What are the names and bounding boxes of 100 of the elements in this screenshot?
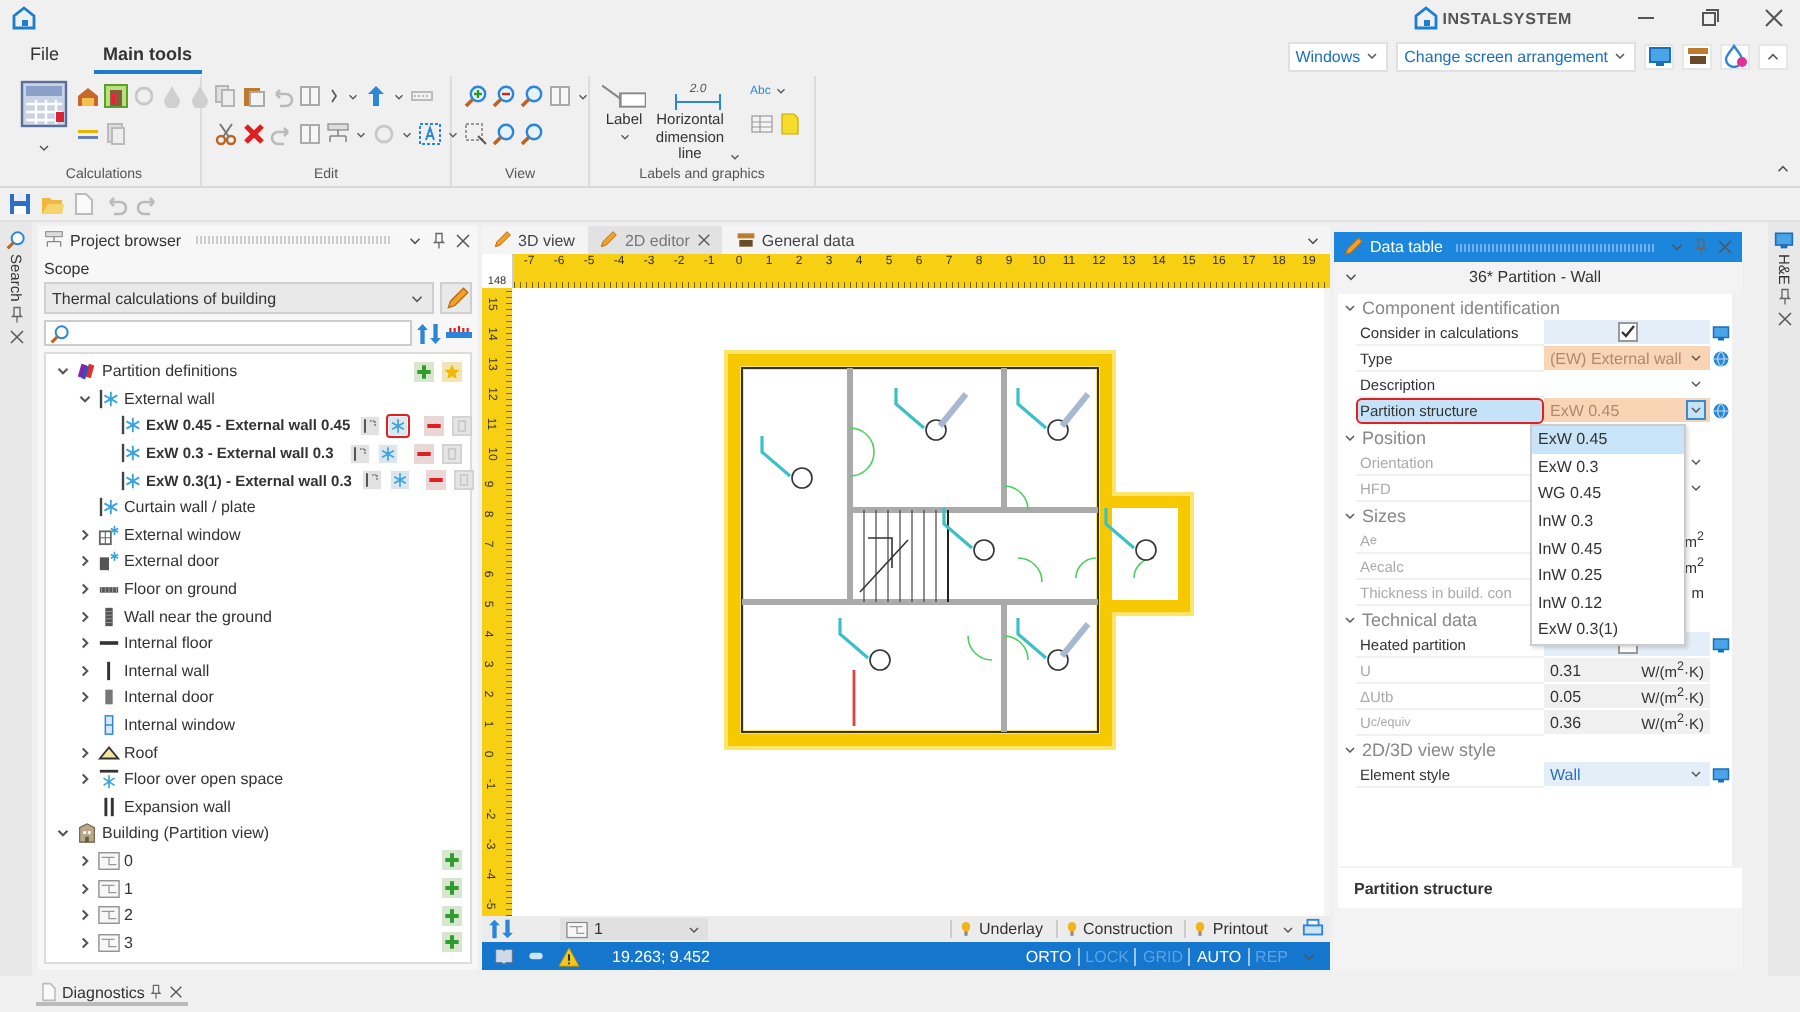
caret-icon[interactable] xyxy=(446,127,460,141)
tree-item[interactable]: Internal floor xyxy=(124,634,213,653)
pin-icon[interactable] xyxy=(7,305,25,324)
zoom-icon[interactable] xyxy=(520,84,544,108)
stamp-button[interactable] xyxy=(1682,43,1712,69)
monitor-icon[interactable] xyxy=(1712,766,1730,784)
remove-button[interactable] xyxy=(423,468,448,493)
caret-icon[interactable] xyxy=(1342,611,1358,627)
thermal-button[interactable] xyxy=(386,413,411,438)
monitor-icon[interactable] xyxy=(1712,324,1730,342)
tree-item[interactable]: Building (Partition view) xyxy=(102,824,270,843)
expand-chevron-icon[interactable] xyxy=(76,879,94,898)
checkbox[interactable] xyxy=(1617,322,1637,342)
caret-icon[interactable] xyxy=(36,140,52,156)
expand-chevron-icon[interactable] xyxy=(76,634,94,653)
pin-icon[interactable] xyxy=(430,231,448,249)
add-button[interactable] xyxy=(440,903,464,928)
caret-icon[interactable] xyxy=(1342,741,1358,757)
close-button[interactable] xyxy=(1760,4,1788,32)
close-icon[interactable] xyxy=(454,231,472,249)
zoom-icon[interactable] xyxy=(520,122,544,146)
tree-item[interactable]: Roof xyxy=(124,743,158,762)
expand-chevron-icon[interactable] xyxy=(76,661,94,680)
caret-icon[interactable] xyxy=(400,127,414,141)
add-button[interactable] xyxy=(440,876,464,901)
floor-dropdown[interactable]: 1 xyxy=(560,918,708,940)
collapse-ribbon-button[interactable] xyxy=(1758,43,1788,69)
dropdown-option[interactable]: InW 0.45 xyxy=(1532,534,1684,562)
editor-tab[interactable]: 3D view xyxy=(482,226,585,254)
edit-button[interactable] xyxy=(440,282,472,314)
building-icon[interactable] xyxy=(104,84,128,108)
caret-icon[interactable] xyxy=(1342,429,1358,445)
selection-icon[interactable] xyxy=(464,122,488,146)
tree-item[interactable]: Curtain wall / plate xyxy=(124,498,256,517)
cut-icon[interactable] xyxy=(214,122,238,146)
restore-button[interactable] xyxy=(1696,4,1724,32)
printer-icon[interactable] xyxy=(1302,918,1324,940)
caret-icon[interactable] xyxy=(1342,507,1358,523)
dropdown-option[interactable]: ExW 0.45 xyxy=(1532,426,1684,454)
delete-icon[interactable] xyxy=(242,122,266,146)
calculator-icon[interactable] xyxy=(20,80,68,128)
tree-item[interactable]: Wall near the ground xyxy=(124,607,272,626)
text-frame-icon[interactable] xyxy=(418,122,442,146)
tree-item[interactable]: Floor on ground xyxy=(124,580,237,599)
property-value[interactable]: Wall xyxy=(1550,765,1581,783)
zoom-out-icon[interactable] xyxy=(492,84,516,108)
caret-icon[interactable] xyxy=(392,89,406,103)
section-header[interactable]: Component identification xyxy=(1362,297,1561,317)
remove-button[interactable] xyxy=(412,441,436,466)
menu-tab[interactable]: File xyxy=(20,38,70,74)
add-button[interactable] xyxy=(440,930,464,955)
dropdown-option[interactable]: InW 0.3 xyxy=(1532,507,1684,535)
close-icon[interactable] xyxy=(695,232,712,248)
remove-button[interactable] xyxy=(422,413,447,438)
section-header[interactable]: 2D/3D view style xyxy=(1362,739,1497,759)
monitor-button[interactable] xyxy=(1644,43,1674,69)
caret-icon[interactable] xyxy=(346,89,360,103)
editor-tab[interactable]: General data xyxy=(725,226,865,254)
tree-item[interactable]: 2 xyxy=(124,906,133,925)
expand-chevron-icon[interactable] xyxy=(76,552,94,571)
editor-tab[interactable]: 2D editor xyxy=(588,226,722,254)
zoom-icon[interactable] xyxy=(492,122,516,146)
tree-item[interactable]: Partition definitions xyxy=(102,362,238,381)
search-field[interactable] xyxy=(44,320,412,346)
expand-chevron-icon[interactable] xyxy=(76,525,94,544)
search-icon[interactable] xyxy=(6,230,26,250)
expand-chevron-icon[interactable] xyxy=(76,906,94,925)
tree-item[interactable]: External wall xyxy=(124,389,215,408)
section-header[interactable]: Technical data xyxy=(1362,609,1478,629)
scope-dropdown[interactable]: Thermal calculations of building xyxy=(44,282,434,314)
mode-toggle[interactable]: ORTO xyxy=(1025,947,1072,965)
expand-chevron-icon[interactable] xyxy=(76,770,94,789)
pin-icon[interactable] xyxy=(1775,288,1793,307)
caret-icon[interactable] xyxy=(774,84,789,98)
tree-item[interactable]: Floor over open space xyxy=(124,770,284,789)
house-icon[interactable] xyxy=(76,84,100,108)
tree-item[interactable]: Internal window xyxy=(124,716,236,735)
monitor-icon[interactable] xyxy=(1712,636,1730,654)
chevron-icon[interactable] xyxy=(326,84,342,108)
tree-item[interactable]: 1 xyxy=(124,879,133,898)
layer-toggle[interactable]: Construction xyxy=(1055,920,1179,938)
tree-item[interactable]: Expansion wall xyxy=(124,797,231,816)
expand-chevron-icon[interactable] xyxy=(76,743,94,762)
mode-toggle[interactable]: AUTO xyxy=(1196,947,1242,965)
expand-chevron-icon[interactable] xyxy=(76,688,94,707)
edit-structure-button[interactable] xyxy=(359,468,384,493)
globe-icon[interactable] xyxy=(1712,350,1730,368)
paste-icon[interactable] xyxy=(242,84,266,108)
windows-dropdown[interactable]: Windows xyxy=(1287,41,1389,71)
caret-icon[interactable] xyxy=(576,89,590,103)
expand-chevron-icon[interactable] xyxy=(76,607,94,626)
monitor-icon[interactable] xyxy=(1774,230,1794,250)
sort-arrows-icon[interactable] xyxy=(416,321,442,345)
menu-tab[interactable]: Main tools xyxy=(93,38,203,74)
close-icon[interactable] xyxy=(7,327,25,346)
up-arrow-icon[interactable] xyxy=(364,84,388,108)
layer-toggle[interactable]: Printout xyxy=(1184,920,1274,938)
layer-toggle[interactable]: Underlay xyxy=(950,920,1049,938)
edit-structure-button[interactable] xyxy=(358,413,383,438)
section-header[interactable]: Position xyxy=(1362,427,1427,447)
